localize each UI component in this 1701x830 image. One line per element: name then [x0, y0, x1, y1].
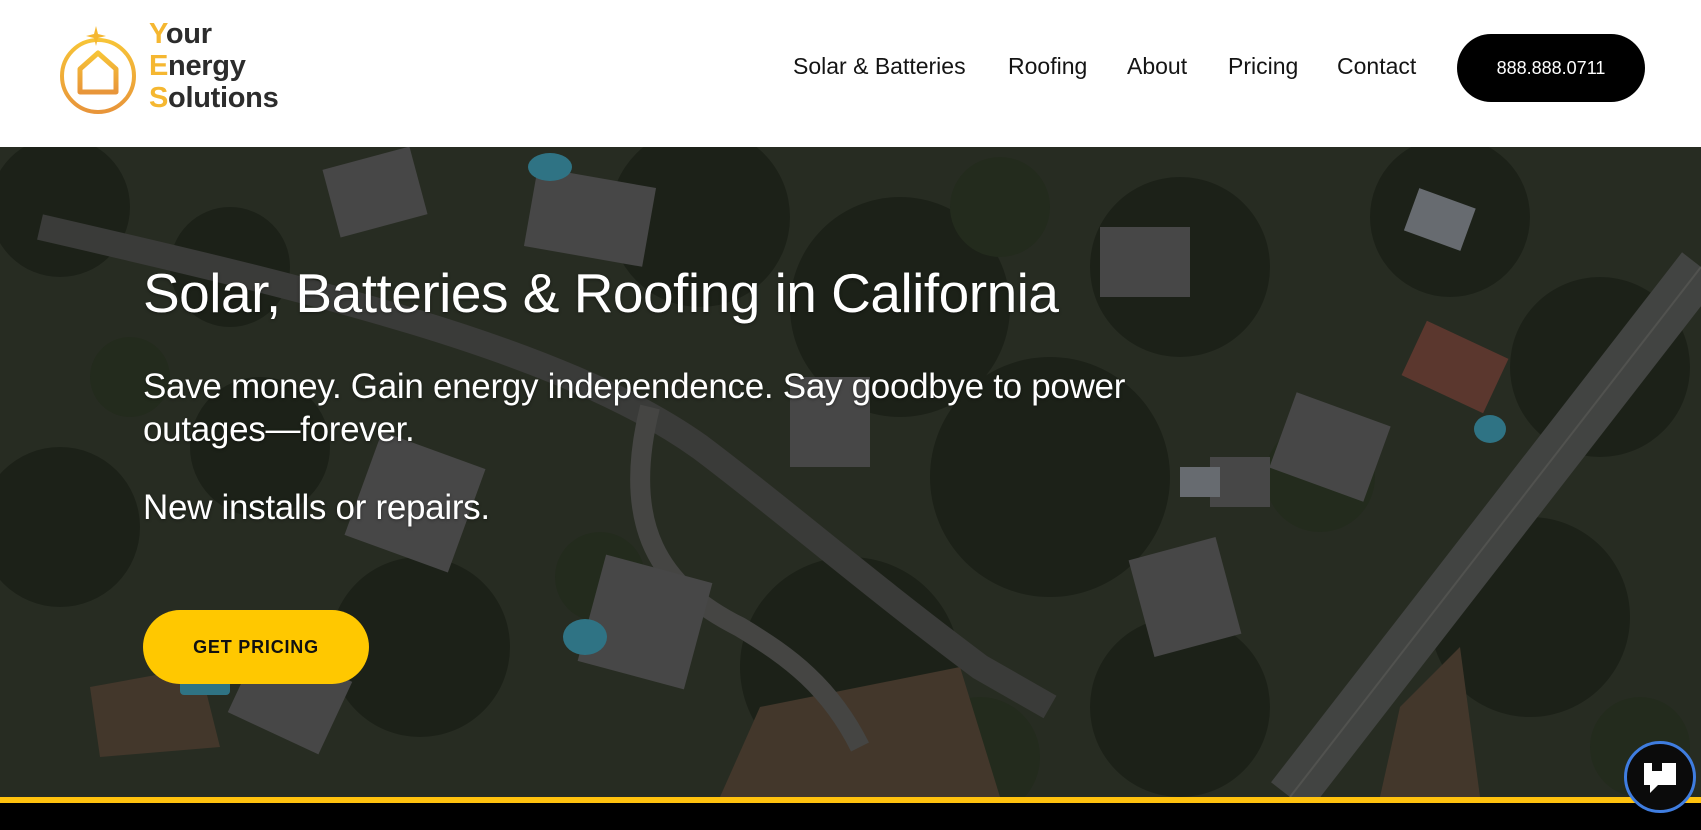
nav-link-about[interactable]: About — [1127, 53, 1187, 80]
main-nav: Solar & Batteries Roofing About Pricing … — [0, 0, 1701, 147]
footer-bar — [0, 803, 1701, 830]
nav-link-solar-batteries[interactable]: Solar & Batteries — [793, 53, 966, 80]
hero-subtitle-secondary: New installs or repairs. — [143, 488, 490, 527]
get-pricing-button[interactable]: GET PRICING — [143, 610, 369, 684]
nav-link-contact[interactable]: Contact — [1337, 53, 1416, 80]
nav-link-pricing[interactable]: Pricing — [1228, 53, 1298, 80]
nav-link-roofing[interactable]: Roofing — [1008, 53, 1087, 80]
hero-title: Solar, Batteries & Roofing in California — [143, 262, 1059, 324]
phone-call-button[interactable]: 888.888.0711 — [1457, 34, 1645, 102]
chat-widget-button[interactable] — [1624, 741, 1696, 813]
hero-subtitle: Save money. Gain energy independence. Sa… — [143, 367, 1126, 449]
site-header: Your Energy Solutions Solar & Batteries … — [0, 0, 1701, 147]
hero-section: Solar, Batteries & Roofing in California… — [0, 147, 1701, 797]
chat-bubble-icon — [1644, 761, 1676, 793]
aerial-neighborhood-image — [0, 147, 1701, 797]
